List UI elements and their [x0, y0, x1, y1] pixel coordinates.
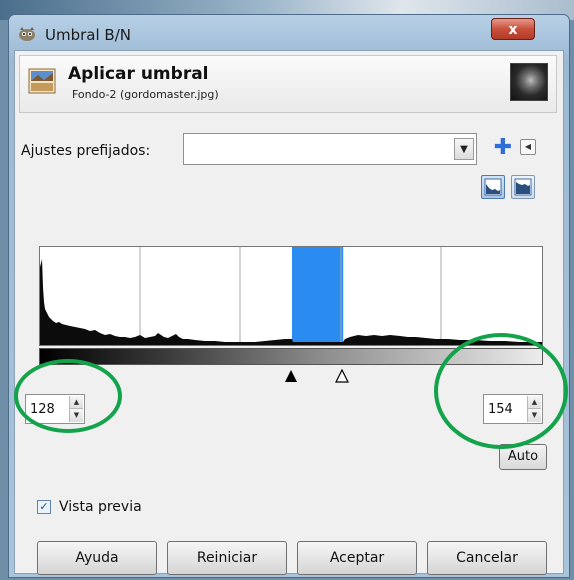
dialog-subtitle: Fondo-2 (gordomaster.jpg) [72, 88, 219, 101]
annotation-circle-high [434, 333, 568, 449]
gimp-icon [19, 27, 35, 41]
help-button[interactable]: Ayuda [37, 541, 157, 575]
chevron-down-icon[interactable]: ▼ [454, 138, 474, 160]
close-icon: x [508, 22, 518, 38]
dialog-body: Aplicar umbral Fondo-2 (gordomaster.jpg)… [14, 50, 564, 575]
cancel-button[interactable]: Cancelar [427, 541, 547, 575]
ok-button[interactable]: Aceptar [297, 541, 417, 575]
low-threshold-handle[interactable] [284, 369, 298, 383]
threshold-range-highlight [292, 247, 344, 345]
log-histogram-icon [514, 178, 532, 196]
linear-histogram-icon [484, 178, 502, 196]
high-threshold-handle[interactable] [335, 369, 350, 383]
histogram-plot [40, 247, 542, 345]
annotation-circle-low [14, 359, 122, 433]
log-histogram-button[interactable] [511, 175, 535, 199]
close-button[interactable]: x [491, 18, 535, 40]
linear-histogram-button[interactable] [481, 175, 505, 199]
presets-label: Ajustes prefijados: [21, 143, 151, 159]
window-title: Umbral B/N [45, 26, 131, 44]
plus-icon[interactable]: ✚ [492, 137, 514, 159]
title-bar[interactable]: Umbral B/N x [9, 15, 569, 53]
dialog-header: Aplicar umbral Fondo-2 (gordomaster.jpg) [19, 55, 557, 113]
histogram[interactable] [39, 246, 543, 346]
dialog-window: Umbral B/N x Aplicar umbral Fondo-2 (gor… [8, 14, 570, 578]
preview-label[interactable]: Vista previa [59, 499, 142, 515]
histogram-curve [40, 259, 542, 345]
dialog-title: Aplicar umbral [68, 64, 209, 84]
image-thumbnail [510, 63, 548, 101]
triangle-left-icon[interactable]: ◀ [520, 139, 536, 155]
reset-button[interactable]: Reiniciar [167, 541, 287, 575]
threshold-tool-icon [28, 68, 56, 94]
preview-checkbox[interactable]: ✓ [37, 500, 51, 514]
presets-combo[interactable]: ▼ [183, 133, 477, 165]
